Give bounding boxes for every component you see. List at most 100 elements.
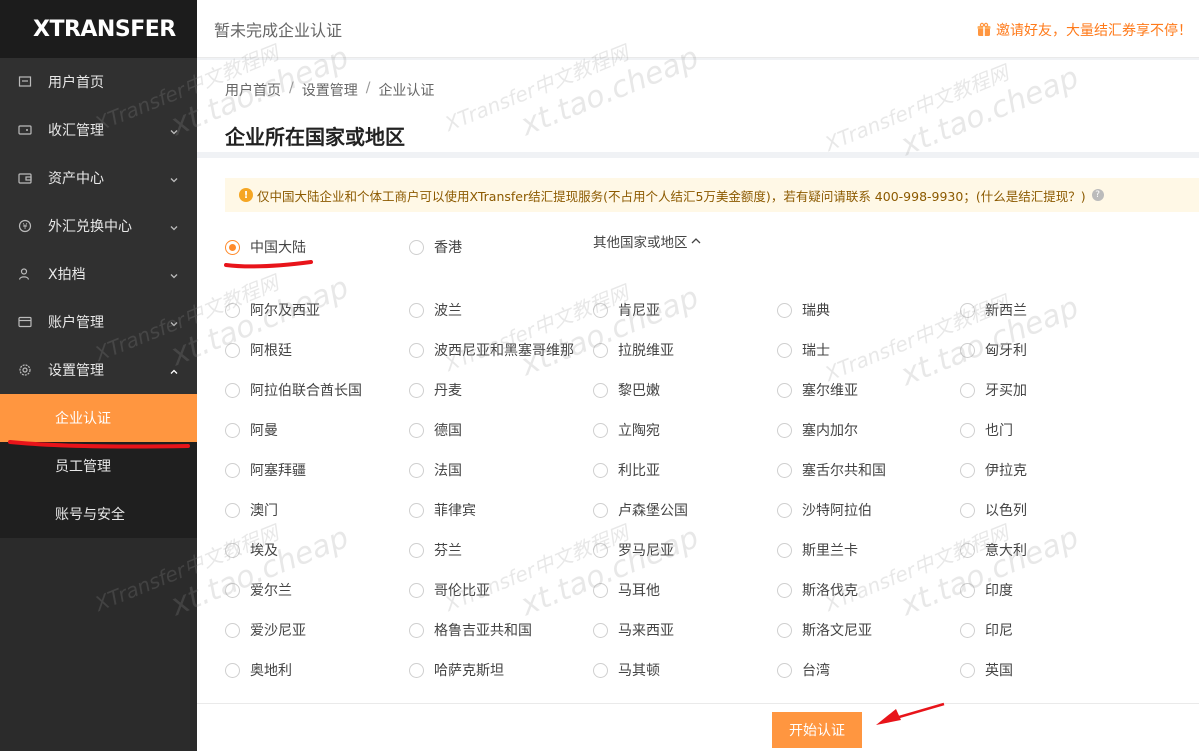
sidebar-item-label: 外汇兑换中心 — [48, 219, 132, 235]
country-label: 阿曼 — [250, 423, 278, 439]
country-radio[interactable]: 法国 — [409, 460, 462, 480]
country-radio[interactable]: 阿根廷 — [225, 340, 292, 360]
country-radio[interactable]: 芬兰 — [409, 540, 462, 560]
country-radio[interactable]: 斯里兰卡 — [777, 540, 858, 560]
radio-unchecked-icon — [409, 302, 424, 318]
country-radio[interactable]: 德国 — [409, 420, 462, 440]
region-radio-hong-kong[interactable]: 香港 — [409, 237, 462, 257]
radio-unchecked-icon — [593, 502, 608, 518]
country-radio[interactable]: 以色列 — [960, 500, 1027, 520]
radio-unchecked-icon — [960, 622, 975, 638]
country-radio[interactable]: 阿曼 — [225, 420, 278, 440]
breadcrumb-settings[interactable]: 设置管理 — [302, 80, 358, 100]
country-radio[interactable]: 阿尔及西亚 — [225, 300, 320, 320]
sidebar-item-collections[interactable]: 收汇管理 — [0, 106, 197, 154]
country-radio[interactable]: 卢森堡公国 — [593, 500, 688, 520]
invite-friends-link[interactable]: 邀请好友，大量结汇券享不停！ — [976, 20, 1192, 40]
radio-unchecked-icon — [960, 582, 975, 598]
region-radio-mainland-china[interactable]: 中国大陆 — [225, 237, 306, 257]
country-radio[interactable]: 澳门 — [225, 500, 278, 520]
country-label: 波西尼亚和黑塞哥维那 — [434, 343, 574, 359]
gear-icon — [18, 363, 32, 377]
country-radio[interactable]: 哥伦比亚 — [409, 580, 490, 600]
country-radio[interactable]: 丹麦 — [409, 380, 462, 400]
country-radio[interactable]: 阿塞拜疆 — [225, 460, 306, 480]
country-label: 瑞士 — [802, 343, 830, 359]
country-radio[interactable]: 印度 — [960, 580, 1013, 600]
app-logo[interactable]: XTRANSFER — [0, 0, 197, 58]
country-radio[interactable]: 沙特阿拉伯 — [777, 500, 872, 520]
radio-unchecked-icon — [777, 302, 792, 318]
exchange-icon: ¥ — [18, 219, 32, 233]
sidebar-item-x-partner[interactable]: X拍档 — [0, 250, 197, 298]
sidebar-item-label: 资产中心 — [48, 171, 104, 187]
breadcrumb-home[interactable]: 用户首页 — [225, 80, 281, 100]
country-radio[interactable]: 肯尼亚 — [593, 300, 660, 320]
country-radio[interactable]: 匈牙利 — [960, 340, 1027, 360]
country-radio[interactable]: 奥地利 — [225, 660, 292, 680]
help-icon[interactable]: ? — [1091, 189, 1104, 201]
country-radio[interactable]: 埃及 — [225, 540, 278, 560]
radio-unchecked-icon — [593, 302, 608, 318]
country-radio[interactable]: 立陶宛 — [593, 420, 660, 440]
country-radio[interactable]: 黎巴嫩 — [593, 380, 660, 400]
radio-unchecked-icon — [409, 582, 424, 598]
radio-unchecked-icon — [593, 342, 608, 358]
country-label: 格鲁吉亚共和国 — [434, 623, 532, 639]
breadcrumb: 用户首页 / 设置管理 / 企业认证 — [225, 80, 434, 100]
country-radio[interactable]: 格鲁吉亚共和国 — [409, 620, 532, 640]
country-radio[interactable]: 塞尔维亚 — [777, 380, 858, 400]
wallet-icon — [18, 123, 32, 137]
top-header: 暂未完成企业认证 邀请好友，大量结汇券享不停！ — [197, 0, 1199, 58]
sidebar-item-home[interactable]: 用户首页 — [0, 58, 197, 106]
country-radio[interactable]: 塞舌尔共和国 — [777, 460, 886, 480]
sidebar-item-label: 设置管理 — [48, 363, 104, 379]
country-radio[interactable]: 菲律宾 — [409, 500, 476, 520]
country-radio[interactable]: 拉脱维亚 — [593, 340, 674, 360]
country-radio[interactable]: 伊拉克 — [960, 460, 1027, 480]
sidebar-subitem-account-security[interactable]: 账号与安全 — [0, 490, 197, 538]
country-label: 印尼 — [985, 623, 1013, 639]
country-label: 芬兰 — [434, 543, 462, 559]
sidebar-subitem-enterprise-verification[interactable]: 企业认证 — [0, 394, 197, 442]
country-radio[interactable]: 瑞士 — [777, 340, 830, 360]
country-label: 塞舌尔共和国 — [802, 463, 886, 479]
country-label: 阿根廷 — [250, 343, 292, 359]
region-label: 香港 — [434, 240, 462, 256]
radio-unchecked-icon — [593, 662, 608, 678]
sidebar-item-fx-exchange[interactable]: ¥ 外汇兑换中心 — [0, 202, 197, 250]
country-radio[interactable]: 也门 — [960, 420, 1013, 440]
start-verification-button[interactable]: 开始认证 — [772, 712, 862, 748]
country-radio[interactable]: 瑞典 — [777, 300, 830, 320]
country-radio[interactable]: 爱尔兰 — [225, 580, 292, 600]
radio-unchecked-icon — [593, 622, 608, 638]
country-radio[interactable]: 爱沙尼亚 — [225, 620, 306, 640]
country-radio[interactable]: 牙买加 — [960, 380, 1027, 400]
country-radio[interactable]: 阿拉伯联合酋长国 — [225, 380, 362, 400]
country-radio[interactable]: 新西兰 — [960, 300, 1027, 320]
country-radio[interactable]: 波西尼亚和黑塞哥维那 — [409, 340, 574, 360]
sidebar-item-accounts[interactable]: 账户管理 — [0, 298, 197, 346]
other-regions-toggle[interactable]: 其他国家或地区 — [593, 231, 702, 251]
country-radio[interactable]: 斯洛文尼亚 — [777, 620, 872, 640]
sidebar-item-assets[interactable]: 资产中心 — [0, 154, 197, 202]
country-radio[interactable]: 利比亚 — [593, 460, 660, 480]
sidebar-subitem-staff-management[interactable]: 员工管理 — [0, 442, 197, 490]
country-radio[interactable]: 塞内加尔 — [777, 420, 858, 440]
country-radio[interactable]: 马耳他 — [593, 580, 660, 600]
radio-unchecked-icon — [960, 502, 975, 518]
country-radio[interactable]: 台湾 — [777, 660, 830, 680]
country-radio[interactable]: 波兰 — [409, 300, 462, 320]
country-label: 匈牙利 — [985, 343, 1027, 359]
country-radio[interactable]: 马来西亚 — [593, 620, 674, 640]
country-radio[interactable]: 哈萨克斯坦 — [409, 660, 504, 680]
country-radio[interactable]: 意大利 — [960, 540, 1027, 560]
country-radio[interactable]: 斯洛伐克 — [777, 580, 858, 600]
country-label: 塞内加尔 — [802, 423, 858, 439]
country-radio[interactable]: 英国 — [960, 660, 1013, 680]
country-radio[interactable]: 马其顿 — [593, 660, 660, 680]
country-radio[interactable]: 罗马尼亚 — [593, 540, 674, 560]
radio-unchecked-icon — [593, 382, 608, 398]
country-radio[interactable]: 印尼 — [960, 620, 1013, 640]
sidebar-item-settings[interactable]: 设置管理 — [0, 346, 197, 394]
